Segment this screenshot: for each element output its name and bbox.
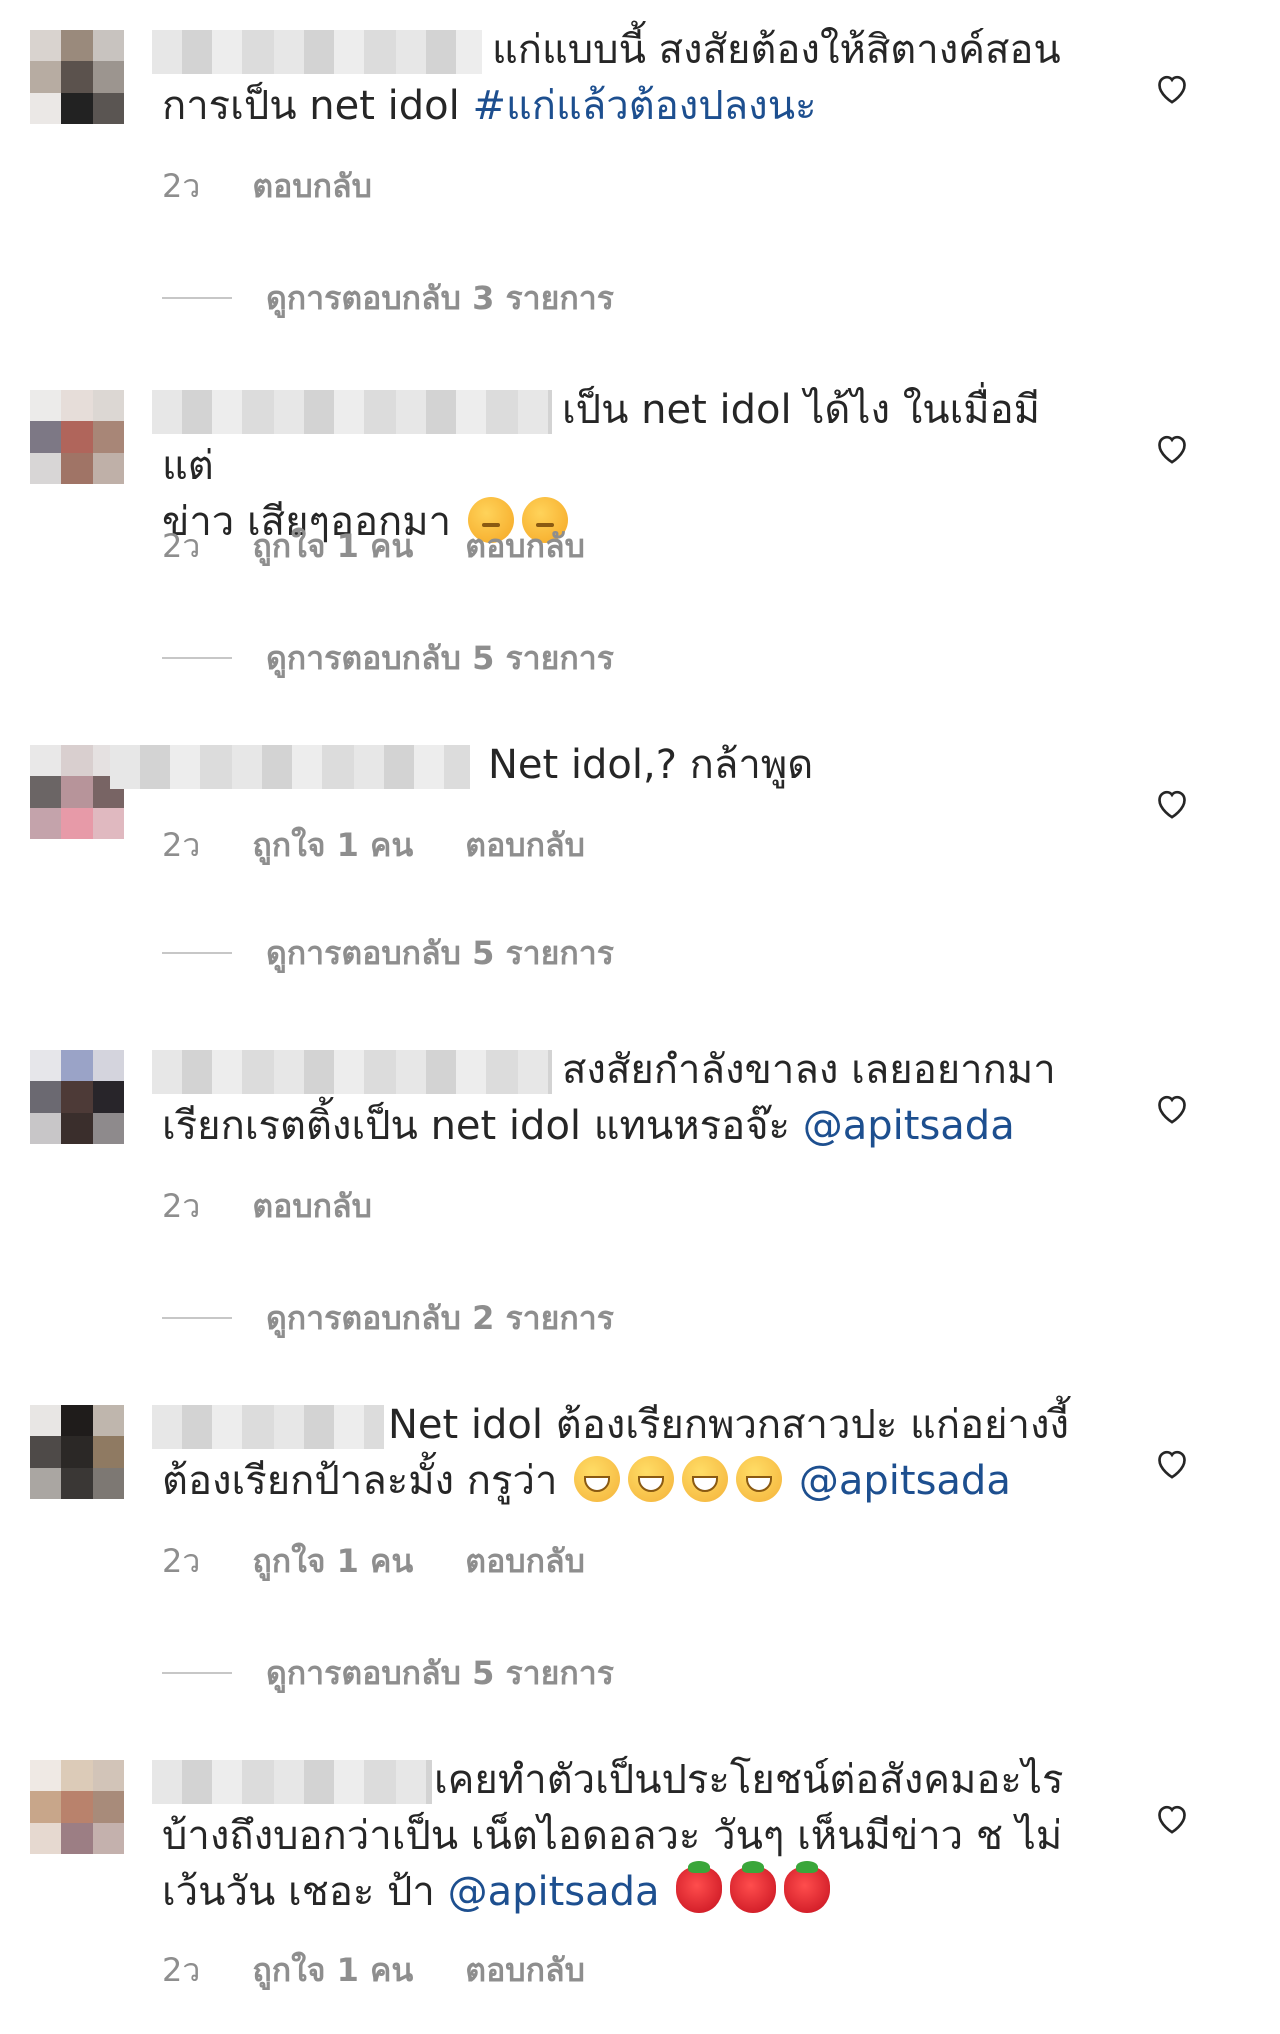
comment-text: สงสัยกำลังขาลง เลยอยากมา เรียกเรตติ้งเป็…: [162, 1042, 1080, 1154]
divider-line: [162, 1317, 232, 1319]
comment-meta: 2ว ถูกใจ 1 คน ตอบกลับ: [162, 526, 585, 566]
view-replies-button[interactable]: ดูการตอบกลับ 5 รายการ: [162, 1653, 614, 1693]
comment-text-line2: เรียกเรตติ้งเป็น net idol แทนหรอจ๊ะ: [162, 1103, 803, 1149]
heart-icon[interactable]: [1152, 1798, 1192, 1838]
mention-link[interactable]: @apitsada: [799, 1458, 1011, 1504]
view-replies-label: ดูการตอบกลับ 3 รายการ: [266, 279, 614, 317]
comment-text: เป็น net idol ได้ไง ในเมื่อมีแต่ ข่าว เส…: [162, 382, 1080, 550]
timestamp[interactable]: 2ว: [162, 1950, 200, 1990]
divider-line: [162, 1672, 232, 1674]
timestamp[interactable]: 2ว: [162, 1541, 200, 1581]
comment-text-line1: เคยทำตัวเป็นประโยชน์ต่อสังคมอะไร: [434, 1757, 1064, 1803]
heart-icon[interactable]: [1152, 1088, 1192, 1128]
divider-line: [162, 297, 232, 299]
heart-icon[interactable]: [1152, 428, 1192, 468]
comment-text-line2: การเป็น net idol: [162, 83, 473, 129]
view-replies-button[interactable]: ดูการตอบกลับ 3 รายการ: [162, 278, 614, 318]
comment-text-line1: เป็น net idol ได้ไง ในเมื่อมีแต่: [162, 387, 1041, 489]
view-replies-button[interactable]: ดูการตอบกลับ 5 รายการ: [162, 638, 614, 678]
comment-text: แก่แบบนี้ สงสัยต้องให้สิตางค์สอน การเป็น…: [162, 22, 1080, 134]
comment-text: Net idol,? กล้าพูด: [162, 737, 1080, 793]
view-replies-label: ดูการตอบกลับ 5 รายการ: [266, 1654, 614, 1692]
comment-meta: 2ว ถูกใจ 1 คน ตอบกลับ: [162, 1950, 585, 1990]
reply-button[interactable]: ตอบกลับ: [252, 166, 372, 206]
avatar[interactable]: [30, 390, 124, 484]
comment-text-line2: บ้างถึงบอกว่าเป็น เน็ตไอดอลวะ วันๆ เห็นม…: [162, 1813, 1063, 1859]
likes-count[interactable]: ถูกใจ 1 คน: [252, 1950, 413, 1990]
comment-meta: 2ว ถูกใจ 1 คน ตอบกลับ: [162, 825, 585, 865]
avatar[interactable]: [30, 1050, 124, 1144]
view-replies-label: ดูการตอบกลับ 2 รายการ: [266, 1299, 614, 1337]
heart-icon[interactable]: [1152, 68, 1192, 108]
comment-meta: 2ว ตอบกลับ: [162, 166, 372, 206]
timestamp[interactable]: 2ว: [162, 825, 200, 865]
grinning-face-emoji-icon: [682, 1456, 729, 1502]
strawberry-emoji-icon: [784, 1861, 831, 1913]
likes-count[interactable]: ถูกใจ 1 คน: [252, 1541, 413, 1581]
mention-link[interactable]: @apitsada: [448, 1869, 660, 1915]
view-replies-label: ดูการตอบกลับ 5 รายการ: [266, 934, 614, 972]
timestamp[interactable]: 2ว: [162, 166, 200, 206]
divider-line: [162, 657, 232, 659]
reply-button[interactable]: ตอบกลับ: [252, 1186, 372, 1226]
comment-text-line1: Net idol,? กล้าพูด: [488, 742, 814, 788]
heart-icon[interactable]: [1152, 1443, 1192, 1483]
comment-text-line1: แก่แบบนี้ สงสัยต้องให้สิตางค์สอน: [492, 27, 1061, 73]
comment-meta: 2ว ถูกใจ 1 คน ตอบกลับ: [162, 1541, 585, 1581]
grinning-face-emoji-icon: [736, 1456, 783, 1502]
avatar[interactable]: [30, 30, 124, 124]
comment-text-line2: ต้องเรียกป้าละมั้ง กรูว่า: [162, 1458, 558, 1504]
divider-line: [162, 952, 232, 954]
reply-button[interactable]: ตอบกลับ: [465, 1541, 585, 1581]
view-replies-button[interactable]: ดูการตอบกลับ 2 รายการ: [162, 1298, 614, 1338]
hashtag-link[interactable]: #แก่แล้วต้องปลงนะ: [472, 83, 816, 129]
avatar[interactable]: [30, 1760, 124, 1854]
reply-button[interactable]: ตอบกลับ: [465, 825, 585, 865]
timestamp[interactable]: 2ว: [162, 1186, 200, 1226]
comment-text-line1: สงสัยกำลังขาลง เลยอยากมา: [562, 1047, 1056, 1093]
timestamp[interactable]: 2ว: [162, 526, 200, 566]
reply-button[interactable]: ตอบกลับ: [465, 1950, 585, 1990]
heart-icon[interactable]: [1152, 783, 1192, 823]
comments-list: แก่แบบนี้ สงสัยต้องให้สิตางค์สอน การเป็น…: [0, 0, 1280, 2034]
likes-count[interactable]: ถูกใจ 1 คน: [252, 526, 413, 566]
view-replies-label: ดูการตอบกลับ 5 รายการ: [266, 639, 614, 677]
grinning-face-emoji-icon: [628, 1456, 675, 1502]
comment-text-line1: Net idol ต้องเรียกพวกสาวปะ แก่อย่างงี้: [388, 1402, 1070, 1448]
comment-meta: 2ว ตอบกลับ: [162, 1186, 372, 1226]
view-replies-button[interactable]: ดูการตอบกลับ 5 รายการ: [162, 933, 614, 973]
reply-button[interactable]: ตอบกลับ: [465, 526, 585, 566]
avatar[interactable]: [30, 1405, 124, 1499]
strawberry-emoji-icon: [730, 1861, 777, 1913]
likes-count[interactable]: ถูกใจ 1 คน: [252, 825, 413, 865]
comment-text: Net idol ต้องเรียกพวกสาวปะ แก่อย่างงี้ ต…: [162, 1397, 1080, 1509]
strawberry-emoji-icon: [676, 1861, 723, 1913]
mention-link[interactable]: @apitsada: [803, 1103, 1015, 1149]
grinning-face-emoji-icon: [574, 1456, 621, 1502]
comment-text: เคยทำตัวเป็นประโยชน์ต่อสังคมอะไร บ้างถึง…: [162, 1752, 1080, 1920]
comment-text-line3: เว้นวัน เชอะ ป้า: [162, 1869, 448, 1915]
